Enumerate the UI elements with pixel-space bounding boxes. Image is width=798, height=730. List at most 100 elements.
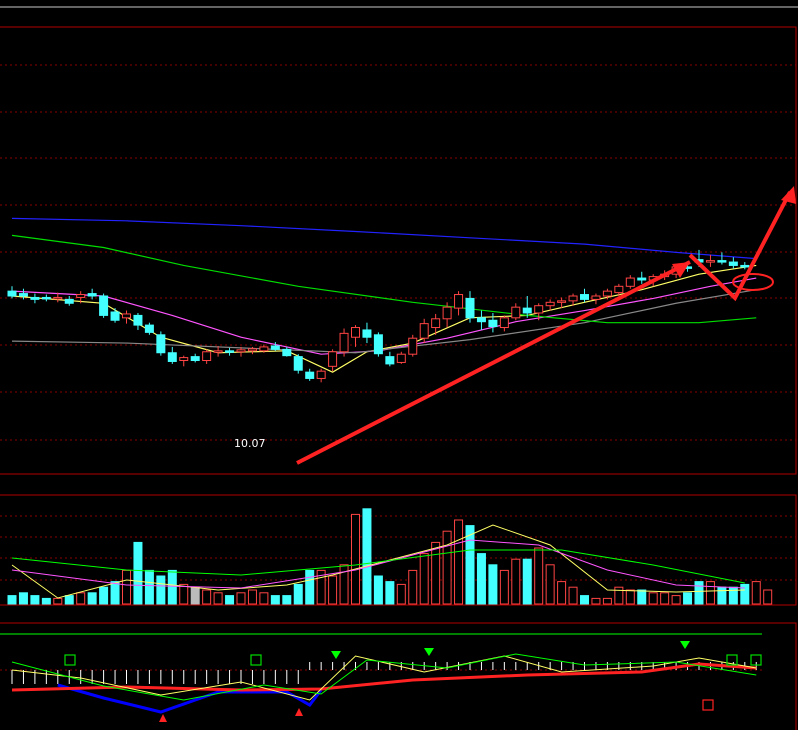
candle-body bbox=[305, 371, 315, 379]
candle-body bbox=[156, 334, 166, 354]
volume-bar bbox=[236, 592, 246, 605]
volume-bar bbox=[396, 583, 406, 605]
volume-bar bbox=[41, 597, 51, 605]
volume-bar bbox=[87, 592, 97, 605]
candle-body bbox=[454, 294, 464, 309]
volume-bar bbox=[339, 564, 349, 605]
volume-bar bbox=[259, 592, 269, 605]
volume-bar bbox=[683, 592, 693, 605]
candle-body bbox=[18, 293, 28, 297]
volume-bar bbox=[660, 592, 670, 605]
volume-bar bbox=[362, 508, 372, 605]
candle-body bbox=[385, 356, 395, 365]
volume-bar bbox=[522, 558, 532, 605]
candle-body bbox=[328, 351, 338, 367]
volume-bar bbox=[293, 583, 303, 605]
volume-bar bbox=[557, 581, 567, 605]
volume-bar bbox=[705, 581, 715, 605]
candle-body bbox=[30, 296, 40, 300]
price-candles bbox=[7, 249, 750, 383]
volume-bar bbox=[476, 553, 486, 605]
candle-body bbox=[488, 319, 498, 328]
volume-bar bbox=[156, 575, 166, 605]
candle-body bbox=[625, 277, 635, 287]
volume-bar bbox=[202, 589, 212, 605]
candle-body bbox=[419, 323, 429, 339]
candle-body bbox=[270, 345, 280, 350]
moving-average-line bbox=[11, 217, 757, 260]
volume-bar bbox=[225, 595, 235, 605]
candle-body bbox=[41, 296, 51, 300]
candle-body bbox=[190, 356, 200, 362]
candle-body bbox=[476, 317, 486, 323]
candle-body bbox=[225, 350, 235, 353]
volume-bar bbox=[408, 569, 418, 605]
candle-body bbox=[53, 296, 63, 300]
candle-body bbox=[580, 294, 589, 300]
highlight-circle bbox=[732, 273, 774, 291]
volume-bar bbox=[76, 592, 86, 605]
candle-body bbox=[705, 260, 715, 263]
volume-bar bbox=[511, 558, 521, 605]
volume-bar bbox=[465, 525, 475, 605]
trend-annotations bbox=[296, 186, 796, 465]
candle-body bbox=[236, 349, 246, 353]
candle-body bbox=[133, 314, 143, 326]
candle-body bbox=[202, 351, 212, 362]
candle-body bbox=[179, 357, 189, 362]
indicator-panel-frame bbox=[0, 622, 797, 730]
signal-marker-icon bbox=[250, 654, 262, 666]
volume-bar bbox=[53, 597, 63, 605]
candle-body bbox=[64, 298, 74, 304]
volume-bar bbox=[167, 569, 177, 605]
candle-body bbox=[293, 356, 303, 371]
volume-bar bbox=[328, 575, 338, 605]
volume-bar bbox=[30, 595, 40, 605]
volume-bar bbox=[534, 547, 544, 605]
volume-bar bbox=[99, 586, 109, 605]
volume-bar bbox=[431, 541, 441, 605]
volume-bar bbox=[7, 595, 17, 605]
candle-body bbox=[76, 294, 86, 298]
candle-body bbox=[568, 295, 578, 302]
trend-arrow-zigzag bbox=[688, 191, 792, 302]
volume-bar bbox=[144, 569, 154, 605]
candle-body bbox=[408, 337, 418, 355]
candle-body bbox=[637, 277, 647, 281]
volume-bar bbox=[602, 597, 612, 605]
candle-body bbox=[465, 297, 475, 319]
volume-bar bbox=[454, 519, 464, 605]
volume-bar bbox=[671, 595, 681, 605]
candle-body bbox=[362, 329, 372, 338]
candle-body bbox=[557, 300, 567, 303]
candle-body bbox=[740, 264, 750, 268]
volume-bar bbox=[648, 592, 658, 605]
buy-signal-icon bbox=[295, 708, 303, 716]
volume-bar bbox=[270, 595, 280, 605]
candle-body bbox=[213, 350, 223, 353]
candle-body bbox=[99, 295, 109, 316]
candle-body bbox=[591, 295, 601, 300]
volume-bar bbox=[305, 569, 315, 605]
volume-bar bbox=[122, 569, 131, 605]
volume-bar bbox=[625, 589, 635, 605]
stock-chart: 10.07 bbox=[0, 6, 798, 730]
indicator-panel bbox=[0, 633, 762, 722]
candle-body bbox=[351, 327, 360, 338]
buy-signal-icon bbox=[159, 714, 167, 722]
candle-body bbox=[167, 352, 177, 362]
candle-body bbox=[442, 306, 452, 320]
volume-bar bbox=[110, 581, 120, 605]
volume-bar bbox=[190, 586, 200, 605]
candle-body bbox=[534, 305, 544, 314]
volume-bar bbox=[694, 581, 704, 605]
volume-bar bbox=[488, 564, 498, 605]
volume-bar bbox=[740, 583, 750, 605]
volume-bar bbox=[499, 569, 509, 605]
candle-body bbox=[247, 348, 257, 352]
candle-body bbox=[431, 318, 441, 329]
candle-body bbox=[373, 334, 383, 355]
moving-average-line bbox=[11, 264, 757, 373]
volume-bar bbox=[282, 595, 292, 605]
volume-bar bbox=[442, 530, 452, 605]
